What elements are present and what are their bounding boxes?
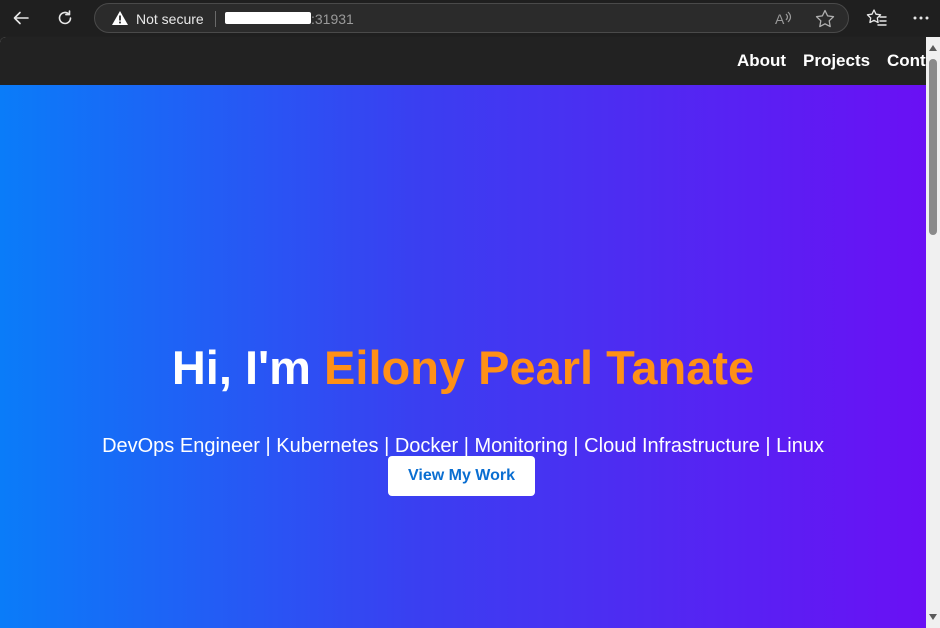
url-redaction [225,12,311,24]
nav-link-projects[interactable]: Projects [803,51,870,71]
site-navbar: About Projects Conta [0,37,935,85]
address-divider [215,11,216,27]
back-button[interactable] [7,4,35,32]
address-bar[interactable]: Not secure :31931 A [94,3,849,33]
scroll-thumb[interactable] [929,59,937,235]
browser-toolbar: Not secure :31931 A [0,0,940,36]
refresh-icon [58,10,72,25]
hero-section: Hi, I'm Eilony Pearl Tanate DevOps Engin… [0,85,926,628]
more-button[interactable] [907,4,935,32]
view-my-work-button[interactable]: View My Work [388,456,535,496]
more-dots-icon [913,16,929,20]
star-icon[interactable] [814,8,836,30]
security-status-label[interactable]: Not secure [136,11,204,27]
hero-greeting: Hi, I'm [171,341,325,394]
arrow-left-icon [13,11,29,25]
favorites-list-icon [866,9,887,26]
url-text[interactable]: :31931 [311,11,354,27]
favorites-button[interactable] [863,4,891,32]
hero-subtitle: DevOps Engineer | Kubernetes | Docker | … [102,435,824,457]
page-viewport: About Projects Conta Hi, I'm Eilony Pear… [0,37,940,628]
refresh-button[interactable] [51,4,79,32]
hero-title: Hi, I'm Eilony Pearl Tanate [0,341,926,395]
warning-triangle-icon [112,11,128,25]
page-scrollbar[interactable] [926,37,940,628]
hero-name: Eilony Pearl Tanate [324,341,755,394]
svg-text:A: A [775,11,785,27]
read-aloud-icon[interactable]: A [772,8,794,30]
scroll-down-arrow-icon[interactable] [929,614,937,620]
scroll-up-arrow-icon[interactable] [929,45,937,51]
nav-link-about[interactable]: About [737,51,786,71]
